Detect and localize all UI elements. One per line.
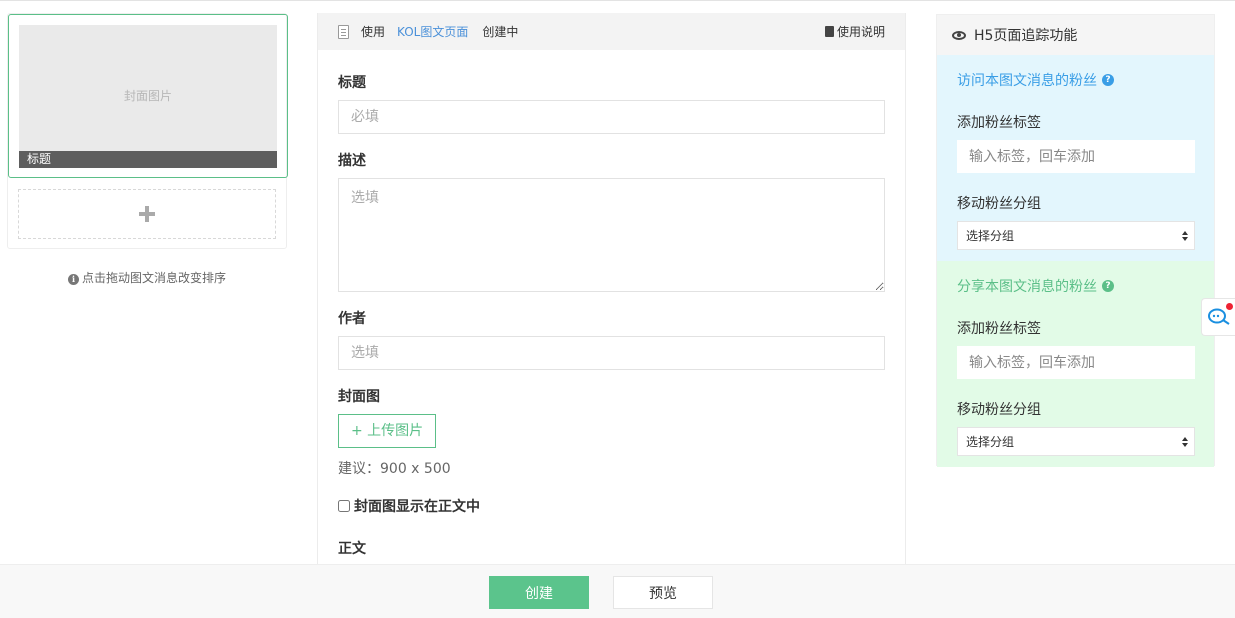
visit-tag-label: 添加粉丝标签: [957, 115, 1041, 131]
article-card-title: 标题: [19, 151, 277, 168]
sort-hint-text: 点击拖动图文消息改变排序: [81, 271, 226, 285]
visit-fans-section: 访问本图文消息的粉丝 ? 添加粉丝标签 移动粉丝分组 选择分组: [937, 55, 1214, 261]
title-label: 标题: [338, 75, 366, 91]
share-tag-label: 添加粉丝标签: [957, 321, 1041, 337]
chat-support-button[interactable]: [1201, 298, 1235, 336]
cover-label: 封面图: [338, 389, 380, 405]
article-card-active[interactable]: 封面图片 标题: [8, 14, 288, 178]
share-group-label: 移动粉丝分组: [957, 402, 1041, 418]
article-list-panel: 封面图片 标题: [7, 13, 288, 249]
question-icon[interactable]: ?: [1102, 280, 1114, 292]
author-label: 作者: [338, 311, 366, 327]
show-cover-checkbox[interactable]: [338, 500, 350, 512]
book-icon: [824, 26, 834, 37]
share-tag-input[interactable]: [957, 346, 1195, 379]
visit-tag-input[interactable]: [957, 140, 1195, 173]
show-cover-option[interactable]: 封面图显示在正文中: [338, 496, 885, 516]
author-input[interactable]: [338, 336, 885, 370]
visit-section-title: 访问本图文消息的粉丝 ?: [957, 70, 1194, 90]
add-article-button[interactable]: [18, 189, 276, 239]
visit-group-value: 选择分组: [966, 229, 1015, 243]
create-button[interactable]: 创建: [489, 576, 589, 609]
share-section-title: 分享本图文消息的粉丝 ?: [957, 276, 1194, 296]
tracking-header: H5页面追踪功能: [937, 15, 1214, 55]
bottom-action-bar: 创建 预览: [0, 564, 1235, 618]
header-use-text: 使用: [361, 25, 386, 39]
tracking-title: H5页面追踪功能: [974, 28, 1078, 44]
article-form: 使用 KOL图文页面 创建中 使用说明 标题 描述 作者 封面图 + 上传图片 …: [317, 13, 906, 596]
description-label: 描述: [338, 153, 366, 169]
share-fans-section: 分享本图文消息的粉丝 ? 添加粉丝标签 移动粉丝分组 选择分组: [937, 261, 1214, 467]
kol-page-link[interactable]: KOL图文页面: [397, 23, 468, 40]
form-header: 使用 KOL图文页面 创建中 使用说明: [318, 13, 905, 50]
plus-icon: [139, 206, 155, 222]
header-status: 创建中: [482, 25, 519, 39]
show-cover-label: 封面图显示在正文中: [354, 499, 480, 515]
cover-size-suggestion: 建议：900 x 500: [338, 461, 451, 477]
select-arrows-icon: [1182, 230, 1188, 241]
select-arrows-icon: [1182, 436, 1188, 447]
share-section-title-text: 分享本图文消息的粉丝: [957, 279, 1097, 295]
document-icon: [338, 24, 349, 39]
description-textarea[interactable]: [338, 178, 885, 292]
sort-hint: i 点击拖动图文消息改变排序: [7, 269, 287, 286]
notification-dot: [1226, 303, 1233, 310]
info-icon: i: [67, 274, 79, 285]
title-input[interactable]: [338, 100, 885, 134]
cover-placeholder-text: 封面图片: [123, 89, 172, 103]
visit-group-select[interactable]: 选择分组: [957, 221, 1195, 250]
preview-button[interactable]: 预览: [613, 576, 713, 609]
share-group-value: 选择分组: [966, 435, 1015, 449]
help-link[interactable]: 使用说明: [824, 23, 885, 40]
upload-image-button[interactable]: + 上传图片: [338, 414, 437, 448]
question-icon[interactable]: ?: [1102, 74, 1114, 86]
h5-tracking-panel: H5页面追踪功能 访问本图文消息的粉丝 ? 添加粉丝标签 移动粉丝分组 选择分组…: [936, 14, 1215, 467]
chat-icon: [1207, 308, 1230, 325]
share-group-select[interactable]: 选择分组: [957, 427, 1195, 456]
eye-icon: [952, 30, 966, 40]
visit-section-title-text: 访问本图文消息的粉丝: [957, 73, 1097, 89]
cover-image-placeholder: 封面图片 标题: [19, 25, 277, 168]
body-label: 正文: [338, 541, 366, 557]
visit-group-label: 移动粉丝分组: [957, 196, 1041, 212]
help-link-text: 使用说明: [836, 25, 885, 39]
